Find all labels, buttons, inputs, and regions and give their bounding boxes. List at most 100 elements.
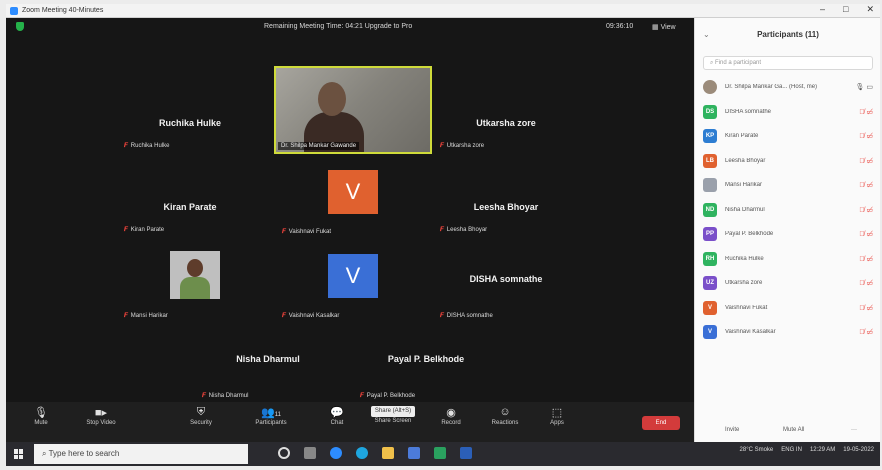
tile-name: Mansi Harikar xyxy=(130,313,168,319)
apps-button[interactable]: ⬚ Apps xyxy=(532,406,582,426)
security-button[interactable]: ⛨ Security xyxy=(176,406,226,426)
taskbar-search-input[interactable]: ⌕ Type here to search xyxy=(34,444,248,464)
tile-name: Leesha Bhoyar xyxy=(446,227,488,233)
tile-name-label: 𝑭 Kiran Parate xyxy=(124,227,164,234)
end-meeting-button[interactable]: End xyxy=(642,416,680,430)
system-tray: 28°C Smoke ENG IN 12:29 AM 19-05-2022 xyxy=(740,447,874,453)
weather-widget[interactable]: 28°C Smoke xyxy=(740,447,774,453)
tile-name: Payal P. Belkhode xyxy=(366,393,416,399)
language-indicator[interactable]: ENG IN xyxy=(781,447,802,453)
participant-row[interactable]: PP Payal P. Belkhode 🎙̸ ▭̸ xyxy=(695,223,880,248)
minimize-button[interactable]: – xyxy=(820,4,825,15)
participant-row[interactable]: RH Ruchika Hulke 🎙̸ ▭̸ xyxy=(695,248,880,273)
muted-mic-icon: 𝑭 xyxy=(440,227,444,233)
invite-button[interactable]: Invite xyxy=(725,427,739,433)
participant-row[interactable]: LB Leesha Bhoyar 🎙̸ ▭̸ xyxy=(695,150,880,175)
participants-footer: Invite Mute All ··· xyxy=(695,418,880,442)
edge-browser-icon[interactable] xyxy=(356,447,368,459)
word-icon[interactable] xyxy=(460,447,472,459)
record-button[interactable]: ◉ Record xyxy=(426,406,476,426)
person-face xyxy=(318,82,346,116)
tile-name-large: Ruchika Hulke xyxy=(158,118,222,128)
view-button[interactable]: ▦ View xyxy=(652,23,676,31)
tile-kiran[interactable]: Kiran Parate 𝑭 Kiran Parate xyxy=(116,188,264,234)
taskbar-pinned-apps xyxy=(278,447,472,459)
tile-disha[interactable]: DISHA somnathe 𝑭 DISHA somnathe xyxy=(432,274,580,320)
task-view-icon[interactable] xyxy=(278,447,290,459)
security-shield-icon[interactable] xyxy=(16,22,24,31)
excel-icon[interactable] xyxy=(434,447,446,459)
chat-button[interactable]: 💬 Chat xyxy=(312,406,362,426)
title-bar: Zoom Meeting 40-Minutes – □ ✕ xyxy=(6,4,880,18)
host-video-tile[interactable]: Dr. Shilpa Mankar Gawande xyxy=(274,66,432,154)
mute-all-button[interactable]: Mute All xyxy=(783,427,804,433)
clock-date[interactable]: 19-05-2022 xyxy=(843,447,874,453)
window-controls: – □ ✕ xyxy=(820,4,874,15)
chat-bubble-icon: 💬 xyxy=(330,407,344,419)
participants-panel: ⌄ Participants (11) ⌕ Find a participant… xyxy=(694,18,880,442)
participant-search-input[interactable]: ⌕ Find a participant xyxy=(703,56,873,70)
maximize-button[interactable]: □ xyxy=(843,4,848,15)
participant-name: Ruchika Hulke xyxy=(725,255,764,262)
participant-avatar: V xyxy=(703,325,717,339)
participants-button[interactable]: 👥11 Participants xyxy=(246,406,296,426)
tile-nisha[interactable]: Nisha Dharmul 𝑭 Nisha Dharmul xyxy=(194,354,342,400)
mute-button[interactable]: 🎙 Mute xyxy=(16,406,66,426)
zoom-taskbar-icon[interactable] xyxy=(330,447,342,459)
participant-avatar xyxy=(703,80,717,94)
tile-utkarsha[interactable]: Utkarsha zore 𝑭 Utkarsha zore xyxy=(432,104,580,150)
tile-ruchika[interactable]: Ruchika Hulke 𝑭 Ruchika Hulke xyxy=(116,104,264,150)
participant-row[interactable]: V Vaishnavi Fukat 🎙̸ ▭̸ xyxy=(695,297,880,322)
clock-time[interactable]: 12:29 AM xyxy=(810,447,835,453)
apps-grid-icon: ⬚ xyxy=(551,407,563,419)
close-button[interactable]: ✕ xyxy=(866,4,874,15)
chevron-down-icon[interactable]: ⌄ xyxy=(703,18,710,52)
participant-name: Dr. Shilpa Mankar Ga... (Host, me) xyxy=(725,84,818,90)
participant-row[interactable]: V Vaishnavi Kasalkar 🎙̸ ▭̸ xyxy=(695,321,880,346)
tile-payal[interactable]: Payal P. Belkhode 𝑭 Payal P. Belkhode xyxy=(352,354,500,400)
windows-start-icon[interactable] xyxy=(14,449,24,459)
tile-name: Ruchika Hulke xyxy=(130,143,170,149)
window-title: Zoom Meeting 40-Minutes xyxy=(22,7,104,14)
file-explorer-icon[interactable] xyxy=(382,447,394,459)
participant-row[interactable]: KP Kiran Parate 🎙̸ ▭̸ xyxy=(695,125,880,150)
tile-name-label: 𝑭 Vaishnavi Fukat xyxy=(282,229,331,236)
muted-status-icon: 🎙̸ ▭̸ xyxy=(859,157,873,165)
zoom-app-icon xyxy=(10,7,18,15)
tile-name-label: 𝑭 Vaishnavi Kasalkar xyxy=(282,313,339,320)
tile-name-label: 𝑭 DISHA somnathe xyxy=(440,313,493,320)
participant-row[interactable]: Mansi Harikar 🎙̸ ▭̸ xyxy=(695,174,880,199)
reactions-button[interactable]: ☺ Reactions xyxy=(480,406,530,426)
share-screen-label: Share Screen xyxy=(374,418,412,424)
participant-avatar: DS xyxy=(703,104,717,119)
remaining-time-banner[interactable]: Remaining Meeting Time: 04:21 Upgrade to… xyxy=(264,23,412,30)
participants-header: ⌄ Participants (11) xyxy=(695,18,880,52)
muted-mic-icon: 𝑭 xyxy=(124,227,128,233)
tile-name: DISHA somnathe xyxy=(446,313,493,319)
mic-video-status-icon: 🎙 ▭ xyxy=(855,84,873,91)
participant-avatar: KP xyxy=(703,129,717,143)
people-icon: 👥11 xyxy=(261,407,281,419)
host-caption: Dr. Shilpa Mankar Gawande xyxy=(278,142,360,150)
tile-leesha[interactable]: Leesha Bhoyar 𝑭 Leesha Bhoyar xyxy=(432,188,580,234)
reactions-label: Reactions xyxy=(491,420,519,426)
more-options-icon[interactable]: ··· xyxy=(851,427,857,433)
tile-vaishnavi-fukat: 𝑭 Vaishnavi Fukat xyxy=(274,190,422,236)
widgets-icon[interactable] xyxy=(304,447,316,459)
store-icon[interactable] xyxy=(408,447,420,459)
participant-avatar: UZ xyxy=(703,276,717,290)
participant-avatar: PP xyxy=(703,227,717,241)
participant-row[interactable]: UZ Utkarsha zore 🎙̸ ▭̸ xyxy=(695,272,880,297)
smiley-icon: ☺ xyxy=(499,406,511,418)
muted-mic-icon: 𝑭 xyxy=(360,393,364,399)
participant-row[interactable]: DS DISHA somnathe 🎙̸ ▭̸ xyxy=(695,101,880,126)
muted-status-icon: 🎙̸ ▭̸ xyxy=(859,280,873,287)
video-stage: Remaining Meeting Time: 04:21 Upgrade to… xyxy=(6,18,694,416)
participant-row[interactable]: ND Nisha Dharmul 🎙̸ ▭̸ xyxy=(695,199,880,224)
share-screen-button[interactable]: Share Screen xyxy=(368,418,418,424)
stop-video-button[interactable]: ■▸ Stop Video xyxy=(76,406,126,426)
participant-row[interactable]: Dr. Shilpa Mankar Ga... (Host, me) 🎙 ▭ xyxy=(695,76,880,101)
muted-mic-icon: 𝑭 xyxy=(124,313,128,319)
muted-status-icon: 🎙̸ ▭̸ xyxy=(859,231,873,238)
tile-name: Kiran Parate xyxy=(130,227,165,233)
